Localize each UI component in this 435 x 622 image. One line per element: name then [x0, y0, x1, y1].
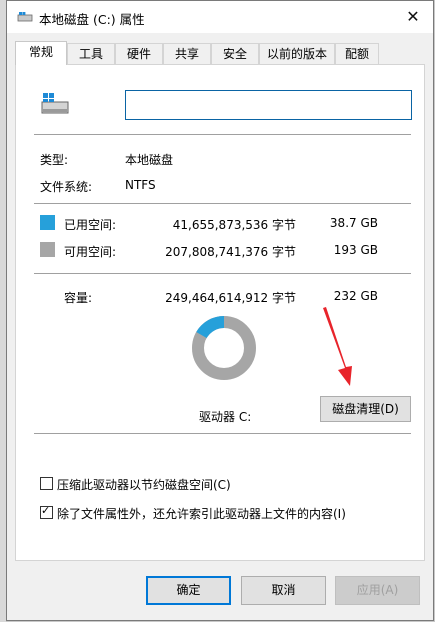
tab-hardware[interactable]: 硬件	[115, 43, 163, 64]
divider	[34, 273, 411, 274]
tab-general[interactable]: 常规	[15, 41, 67, 65]
close-button[interactable]: ✕	[393, 1, 433, 33]
checkmark-icon: ✓	[41, 504, 51, 517]
disk-usage-donut-chart	[192, 316, 256, 380]
type-value: 本地磁盘	[125, 153, 174, 167]
used-space-segment	[196, 316, 225, 339]
type-label: 类型:	[40, 153, 69, 167]
general-tab-panel: 类型: 本地磁盘 文件系统: NTFS 已用空间: 41,655,873,536…	[15, 64, 425, 561]
capacity-bytes: 249,464,614,912 字节	[165, 291, 296, 305]
tab-quota[interactable]: 配额	[335, 43, 379, 64]
capacity-size: 232 GB	[333, 289, 378, 303]
used-space-bytes: 41,655,873,536 字节	[172, 218, 296, 232]
properties-dialog: 本地磁盘 (C:) 属性 ✕ 常规 工具 硬件 共享 安全 以前的版本 配额 类…	[6, 0, 434, 621]
apply-button[interactable]: 应用(A)	[335, 576, 420, 605]
tab-sharing[interactable]: 共享	[163, 43, 211, 64]
used-space-size: 38.7 GB	[329, 216, 378, 230]
drive-letter-label: 驱动器 C:	[199, 410, 252, 424]
allow-indexing-checkbox[interactable]: ✓	[40, 504, 53, 519]
free-space-label: 可用空间:	[64, 245, 117, 259]
used-space-swatch	[40, 215, 55, 230]
allow-indexing-label: 除了文件属性外，还允许索引此驱动器上文件的内容(I)	[57, 507, 346, 521]
divider	[34, 203, 411, 204]
compress-drive-checkbox[interactable]	[40, 477, 53, 490]
disk-cleanup-button[interactable]: 磁盘清理(D)	[320, 396, 411, 422]
free-space-bytes: 207,808,741,376 字节	[165, 245, 296, 259]
filesystem-label: 文件系统:	[40, 180, 93, 194]
ok-button[interactable]: 确定	[146, 576, 231, 605]
volume-name-input[interactable]	[125, 90, 412, 120]
title-bar: 本地磁盘 (C:) 属性 ✕	[7, 1, 433, 33]
free-space-swatch	[40, 242, 55, 257]
tab-previous-versions[interactable]: 以前的版本	[259, 43, 335, 64]
tab-tools[interactable]: 工具	[67, 43, 115, 64]
tab-security[interactable]: 安全	[211, 43, 259, 64]
capacity-label: 容量:	[64, 291, 93, 305]
close-icon: ✕	[406, 7, 420, 26]
filesystem-value: NTFS	[125, 178, 156, 192]
divider	[34, 134, 411, 135]
drive-icon	[17, 12, 33, 22]
used-space-label: 已用空间:	[64, 218, 117, 232]
divider	[34, 433, 411, 434]
cancel-button[interactable]: 取消	[241, 576, 326, 605]
free-space-size: 193 GB	[333, 243, 378, 257]
compress-drive-label: 压缩此驱动器以节约磁盘空间(C)	[57, 478, 231, 492]
drive-icon	[41, 93, 69, 114]
window-title: 本地磁盘 (C:) 属性	[39, 12, 145, 27]
